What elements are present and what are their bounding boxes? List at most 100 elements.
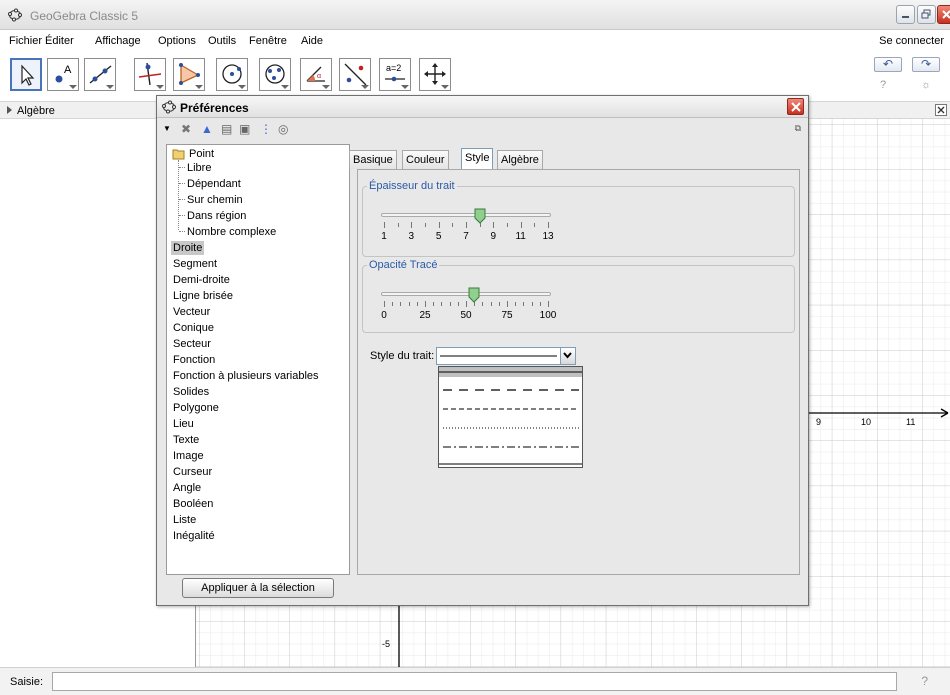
thickness-tick-label: 3 [408,231,415,242]
tree-item-dependant[interactable]: Dépendant [187,177,241,191]
input-field[interactable] [52,672,897,691]
tree-item-demi-droite[interactable]: Demi-droite [173,273,230,287]
apply-to-selection-button[interactable]: Appliquer à la sélection [182,578,334,598]
tree-item-libre[interactable]: Libre [187,161,211,175]
tree-item-droite[interactable]: Droite [171,241,205,255]
opacity-tick [515,302,517,306]
close-view-button[interactable] [935,104,947,116]
opacity-track[interactable] [381,292,551,296]
dropdown-option-solid-selected[interactable] [439,367,582,377]
menu-fenetre[interactable]: Fenêtre [249,35,287,47]
thickness-tick [397,223,399,227]
tree-item-angle[interactable]: Angle [173,481,201,495]
graphics-view-icon[interactable]: ▣ [239,122,250,136]
thickness-major-tick [466,222,467,228]
opacity-major-tick [425,301,426,307]
help-icon[interactable]: ? [880,79,886,91]
tree-item-dans-region[interactable]: Dans région [187,209,246,223]
opacity-tick [482,302,484,306]
tree-item-segment[interactable]: Segment [173,257,217,271]
more-icon[interactable]: ⋮ [260,122,272,136]
opacity-slider[interactable]: 0 25 50 75 100 [381,280,561,328]
tree-item-lieu[interactable]: Lieu [173,417,194,431]
move-graphics-tool-button[interactable] [419,58,451,91]
tree-item-image[interactable]: Image [173,449,204,463]
tree-item-solides[interactable]: Solides [173,385,209,399]
line-tool-button[interactable] [84,58,116,91]
cursor-arrow-icon [21,64,35,86]
preferences-dialog: Préférences ▼ ✖ ▲ ▤ ▣ ⋮ ◎ ⧉ Point Libre … [156,95,809,606]
minimize-button[interactable] [896,5,915,24]
opacity-tick-label: 0 [381,310,387,321]
thickness-major-tick [438,222,440,228]
tab-style[interactable]: Style [461,148,494,169]
opacity-tick [457,302,459,306]
undock-icon[interactable]: ⧉ [795,123,801,134]
tree-item-nombre-complexe[interactable]: Nombre complexe [187,225,276,239]
opacity-thumb-icon[interactable] [468,287,480,303]
dialog-close-button[interactable] [787,98,804,115]
menu-aide[interactable]: Aide [301,35,323,47]
pin-icon[interactable]: ✖ [181,122,191,136]
triangle-object-icon[interactable]: ▲ [201,122,213,136]
opacity-major-tick [548,301,549,307]
menu-options[interactable]: Options [158,35,196,47]
settings-icon[interactable]: ☼ [921,79,931,91]
close-icon [791,102,801,112]
close-window-button[interactable] [937,5,950,24]
tree-item-secteur[interactable]: Secteur [173,337,211,351]
tree-item-vecteur[interactable]: Vecteur [173,305,210,319]
tree-item-liste[interactable]: Liste [173,513,196,527]
polygon-tool-button[interactable] [173,58,205,91]
expand-arrow-icon[interactable] [7,106,12,114]
tree-item-polygone[interactable]: Polygone [173,401,219,415]
sign-in-link[interactable]: Se connecter [879,35,944,47]
line-style-select[interactable] [436,347,576,365]
conic-tool-button[interactable] [259,58,291,91]
slider-tool-button[interactable]: a=2 [379,58,411,91]
menu-outils[interactable]: Outils [208,35,236,47]
undo-button[interactable]: ↶ [874,57,902,72]
move-tool-button[interactable] [10,58,42,91]
angle-tool-button[interactable]: α [300,58,332,91]
thickness-tick-label: 13 [542,231,554,242]
thickness-thumb-icon[interactable] [474,208,486,224]
tree-item-conique[interactable]: Conique [173,321,214,335]
tree-item-fonction[interactable]: Fonction [173,353,215,367]
tree-item-booleen[interactable]: Booléen [173,497,213,511]
tree-item-fonction-multi[interactable]: Fonction à plusieurs variables [173,369,319,383]
line-style-dropdown-list[interactable] [438,366,583,468]
redo-button[interactable]: ↷ [912,57,940,72]
reflect-tool-button[interactable] [339,58,371,91]
tree-item-sur-chemin[interactable]: Sur chemin [187,193,243,207]
input-bar: Saisie: ? [0,667,950,695]
opacity-tick [523,302,525,306]
tree-item-texte[interactable]: Texte [173,433,199,447]
tab-basique[interactable]: Basique [349,150,397,169]
tree-item-inegalite[interactable]: Inégalité [173,529,215,543]
thickness-slider[interactable]: 1 3 5 7 9 11 13 [381,201,561,249]
point-tool-button[interactable]: A [47,58,79,91]
circle-tool-button[interactable] [216,58,248,91]
menu-editer[interactable]: Éditer [45,35,74,47]
menu-fichier[interactable]: Fichier [9,35,42,47]
tab-algebre[interactable]: Algèbre [497,150,543,169]
thickness-track[interactable] [381,213,551,217]
x-tick-label: 9 [816,417,822,427]
close-icon [942,10,950,19]
tree-item-point[interactable]: Point [189,147,214,161]
globe-icon[interactable]: ◎ [278,122,288,136]
maximize-button[interactable] [917,5,936,24]
input-help-icon[interactable]: ? [921,674,928,688]
perpendicular-tool-button[interactable] [134,58,166,91]
tab-couleur[interactable]: Couleur [402,150,449,169]
move-cross-icon [424,63,446,85]
thickness-tick-label: 9 [490,231,497,242]
menu-affichage[interactable]: Affichage [95,35,141,47]
tree-item-ligne-brisee[interactable]: Ligne brisée [173,289,233,303]
tree-item-curseur[interactable]: Curseur [173,465,212,479]
dropdown-button[interactable] [560,348,575,364]
layout-icon[interactable]: ▤ [221,122,232,136]
close-icon [937,106,945,114]
dropdown-arrow-icon[interactable]: ▼ [163,124,171,133]
